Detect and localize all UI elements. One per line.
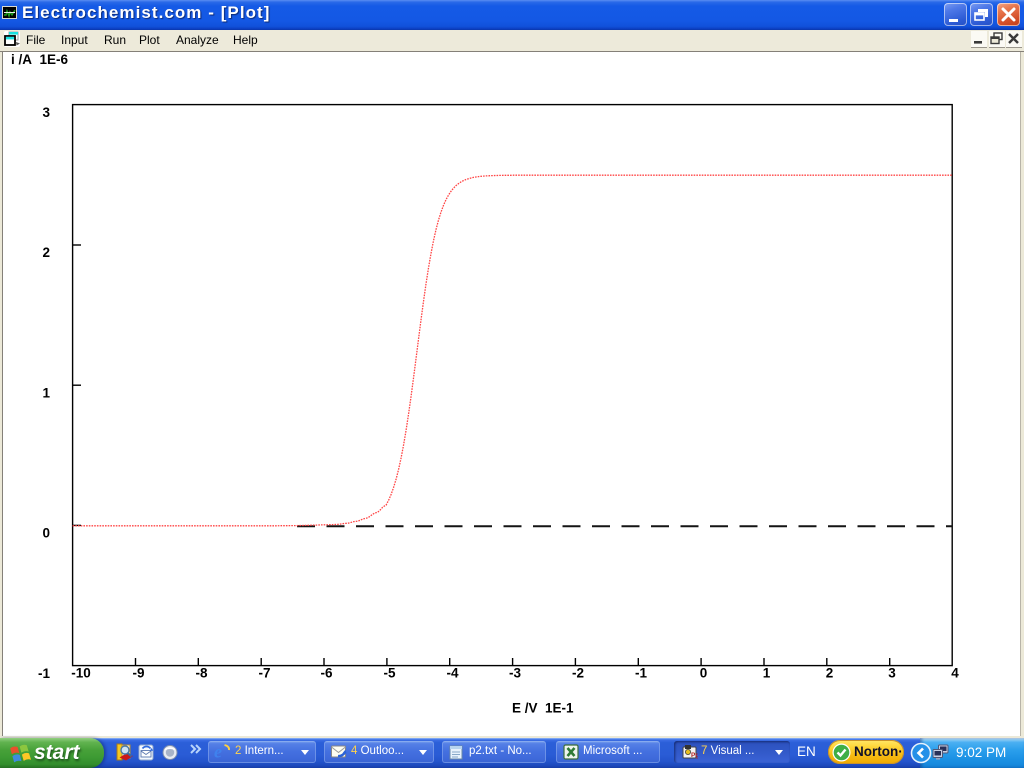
svg-text:-3: -3: [509, 666, 521, 681]
svg-text:-2: -2: [572, 666, 584, 681]
svg-text:3: 3: [888, 666, 896, 681]
svg-text:-4: -4: [446, 666, 458, 681]
svg-text:-8: -8: [195, 666, 207, 681]
svg-text:-6: -6: [320, 666, 332, 681]
svg-text:E /V 1E-1: E /V 1E-1: [512, 701, 574, 716]
svg-text:3: 3: [42, 105, 50, 120]
svg-text:e: e: [214, 743, 222, 761]
svg-text:-7: -7: [258, 666, 270, 681]
svg-text:i /A 1E-6: i /A 1E-6: [11, 52, 69, 67]
svg-text:0: 0: [42, 526, 50, 541]
svg-text:-9: -9: [132, 666, 144, 681]
svg-text:-1: -1: [38, 666, 50, 681]
svg-text:2: 2: [42, 245, 50, 260]
svg-text:-1: -1: [635, 666, 647, 681]
svg-text:-10: -10: [71, 666, 91, 681]
svg-text:1: 1: [42, 385, 50, 400]
svg-text:-5: -5: [383, 666, 395, 681]
svg-text:0: 0: [700, 666, 708, 681]
svg-text:2: 2: [826, 666, 834, 681]
svg-text:4: 4: [951, 666, 959, 681]
svg-text:Pg: Pg: [691, 752, 698, 759]
svg-text:1: 1: [763, 666, 771, 681]
